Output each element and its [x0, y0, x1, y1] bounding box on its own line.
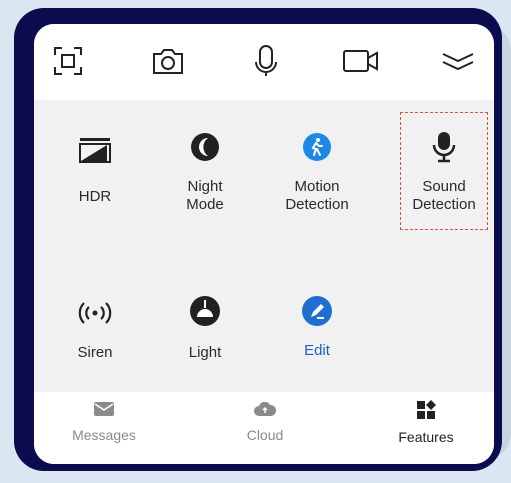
- motion-detection-icon: [303, 133, 331, 161]
- cloud-icon: [254, 401, 277, 416]
- video-record-icon: [343, 50, 378, 72]
- collapse-button[interactable]: [438, 41, 478, 81]
- feature-label: HDR: [78, 188, 112, 205]
- fullscreen-button[interactable]: [48, 41, 88, 81]
- feature-siren[interactable]: Siren: [45, 290, 145, 380]
- record-button[interactable]: [341, 41, 381, 81]
- light-lamp-icon: [190, 296, 220, 326]
- feature-edit[interactable]: Edit: [267, 290, 367, 380]
- microphone-icon: [255, 45, 277, 76]
- talk-button[interactable]: [246, 41, 286, 81]
- nav-messages[interactable]: Messages: [44, 400, 164, 443]
- sound-detection-mic-icon: [432, 132, 456, 163]
- feature-label-text: Sound Detection: [412, 178, 476, 213]
- edit-pencil-icon: [302, 296, 332, 326]
- nav-label: Cloud: [246, 427, 284, 443]
- feature-label: Light: [188, 344, 222, 361]
- feature-night-mode[interactable]: Night Mode: [155, 124, 255, 234]
- feature-sound-detection[interactable]: Sound Detection: [394, 124, 494, 234]
- messages-envelope-icon: [94, 402, 114, 416]
- collapse-chevron-icon: [442, 53, 474, 71]
- nav-label: Messages: [72, 427, 136, 443]
- nav-features[interactable]: Features: [366, 400, 486, 445]
- features-grid-icon: [417, 400, 436, 419]
- feature-label: Edit: [304, 342, 330, 359]
- hdr-icon: [79, 138, 111, 163]
- nav-label: Features: [398, 429, 454, 445]
- siren-icon: [78, 302, 112, 324]
- app-screen: HDR Night Mode Motion Detection Sound De…: [34, 24, 494, 464]
- feature-motion-detection[interactable]: Motion Detection: [267, 124, 367, 234]
- snapshot-camera-icon: [153, 49, 183, 74]
- night-mode-moon-icon: [191, 133, 219, 161]
- control-toolbar: [34, 24, 494, 100]
- feature-label-text: Night Mode: [186, 178, 224, 213]
- feature-label: Siren: [77, 344, 113, 361]
- feature-light[interactable]: Light: [155, 290, 255, 380]
- snapshot-button[interactable]: [148, 41, 188, 81]
- feature-label-text: Motion Detection: [285, 178, 349, 213]
- feature-label: Sound Detection: [394, 178, 494, 214]
- feature-label: Motion Detection: [267, 178, 367, 214]
- fullscreen-icon: [54, 47, 82, 75]
- nav-cloud[interactable]: Cloud: [205, 400, 325, 443]
- bottom-navigation: Messages Cloud Features: [34, 392, 494, 464]
- feature-hdr[interactable]: HDR: [45, 124, 145, 234]
- feature-label: Night Mode: [155, 178, 255, 214]
